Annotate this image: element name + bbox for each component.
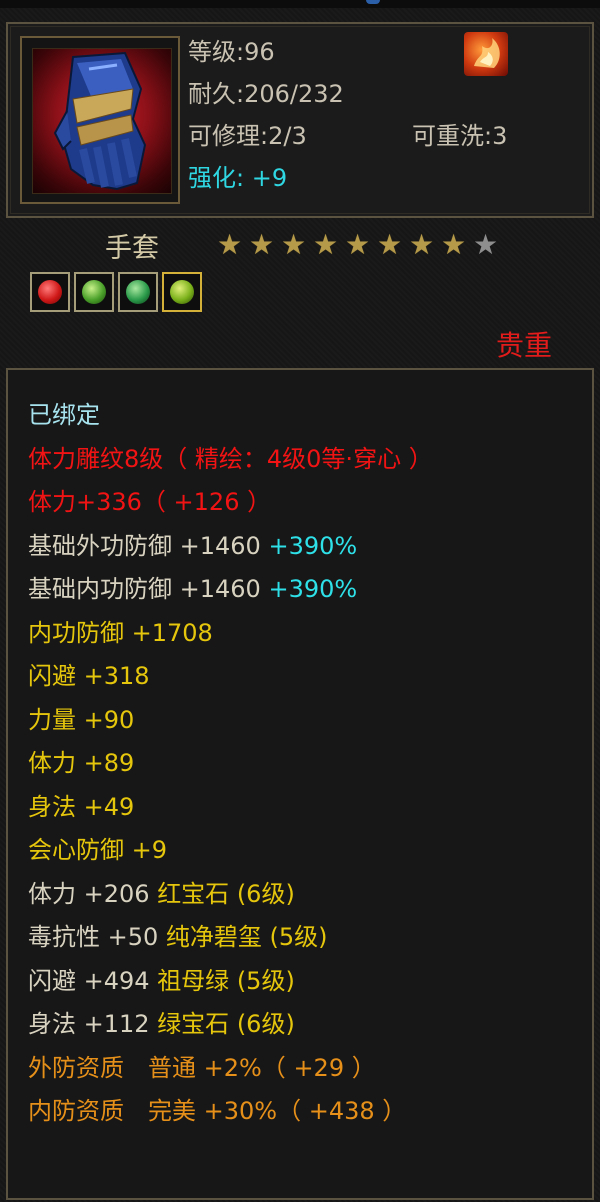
gem-bonus-line-1: 体力 +206 红宝石 (6级) — [28, 879, 295, 909]
star-icon-filled: ★ — [216, 228, 243, 261]
item-name: 手套 — [105, 233, 159, 264]
gem-bonus-3-stat: 闪避 +494 — [28, 967, 150, 995]
star-icon-filled: ★ — [248, 228, 275, 261]
gem-bonus-2-gem: 纯净碧玺 (5级) — [165, 923, 328, 951]
item-rewash-count: 可重洗:3 — [412, 122, 508, 150]
attribute-panel: 已绑定 体力雕纹8级（ 精绘：4级0等·穿心 ） 体力+336（ +126 ） … — [6, 368, 594, 1200]
base-inner-defense-line: 基础内功防御 +1460 +390% — [28, 574, 357, 604]
item-repair-count: 可修理:2/3 — [188, 122, 307, 150]
green-gem-icon — [82, 280, 106, 304]
item-tooltip: 等级:96 耐久:206/232 可修理:2/3 可重洗:3 强化: +9 手套… — [0, 0, 600, 1202]
inner-quality-line: 内防资质 完美 +30%（ +438 ） — [28, 1097, 407, 1125]
gem-bonus-2-stat: 毒抗性 +50 — [28, 923, 159, 951]
inner-defense-line: 内功防御 +1708 — [28, 619, 213, 647]
item-header-panel: 等级:96 耐久:206/232 可修理:2/3 可重洗:3 强化: +9 — [6, 22, 594, 218]
yellow-green-gem-icon — [170, 280, 194, 304]
star-icon-empty: ★ — [472, 228, 499, 261]
red-gem-icon — [38, 280, 62, 304]
star-icon-filled: ★ — [344, 228, 371, 261]
gem-bonus-line-3: 闪避 +494 祖母绿 (5级) — [28, 966, 295, 996]
star-icon-filled: ★ — [376, 228, 403, 261]
base-outer-defense-line: 基础外功防御 +1460 +390% — [28, 531, 357, 561]
engrave-line: 体力雕纹8级（ 精绘：4级0等·穿心 ） — [28, 445, 433, 473]
dodge-line: 闪避 +318 — [28, 662, 150, 690]
gauntlet-icon — [32, 48, 172, 194]
jade-gem-icon — [126, 280, 150, 304]
item-durability: 耐久:206/232 — [188, 80, 344, 108]
gem-slot-4[interactable] — [162, 272, 202, 312]
item-level: 等级:96 — [188, 38, 275, 66]
stamina-line: 体力 +89 — [28, 749, 135, 777]
agility-line: 身法 +49 — [28, 793, 135, 821]
top-strip — [0, 0, 600, 8]
star-icon-filled: ★ — [408, 228, 435, 261]
gem-bonus-1-stat: 体力 +206 — [28, 880, 150, 908]
gem-slot-3[interactable] — [118, 272, 158, 312]
star-icon-filled: ★ — [312, 228, 339, 261]
gem-bonus-1-gem: 红宝石 (6级) — [157, 880, 295, 908]
star-rating: ★ ★ ★ ★ ★ ★ ★ ★ ★ — [214, 230, 501, 260]
gem-slot-1[interactable] — [30, 272, 70, 312]
gem-bonus-line-4: 身法 +112 绿宝石 (6级) — [28, 1009, 295, 1039]
gem-slots — [30, 272, 202, 312]
base-inner-defense-percent: +390% — [268, 575, 358, 603]
gem-slot-2[interactable] — [74, 272, 114, 312]
item-icon-frame[interactable] — [20, 36, 180, 204]
base-outer-defense-percent: +390% — [268, 532, 358, 560]
top-strip-indicator — [366, 0, 380, 4]
fire-emblem-glyph — [474, 38, 500, 68]
stamina-main-line: 体力+336（ +126 ） — [28, 488, 272, 516]
gem-bonus-line-2: 毒抗性 +50 纯净碧玺 (5级) — [28, 922, 328, 952]
item-enhance-level: 强化: +9 — [188, 164, 288, 192]
bound-status: 已绑定 — [28, 401, 100, 429]
fire-emblem-icon — [464, 32, 508, 76]
crit-defense-line: 会心防御 +9 — [28, 836, 168, 864]
star-icon-filled: ★ — [280, 228, 307, 261]
rarity-label: 贵重 — [496, 329, 553, 362]
gauntlet-illustration — [53, 51, 147, 191]
outer-quality-line: 外防资质 普通 +2%（ +29 ） — [28, 1054, 376, 1082]
star-icon-filled: ★ — [440, 228, 467, 261]
strength-line: 力量 +90 — [28, 706, 135, 734]
base-outer-defense-value: 基础外功防御 +1460 — [28, 532, 261, 560]
base-inner-defense-value: 基础内功防御 +1460 — [28, 575, 261, 603]
gem-bonus-4-stat: 身法 +112 — [28, 1010, 150, 1038]
gem-bonus-3-gem: 祖母绿 (5级) — [157, 967, 295, 995]
gem-bonus-4-gem: 绿宝石 (6级) — [157, 1010, 295, 1038]
